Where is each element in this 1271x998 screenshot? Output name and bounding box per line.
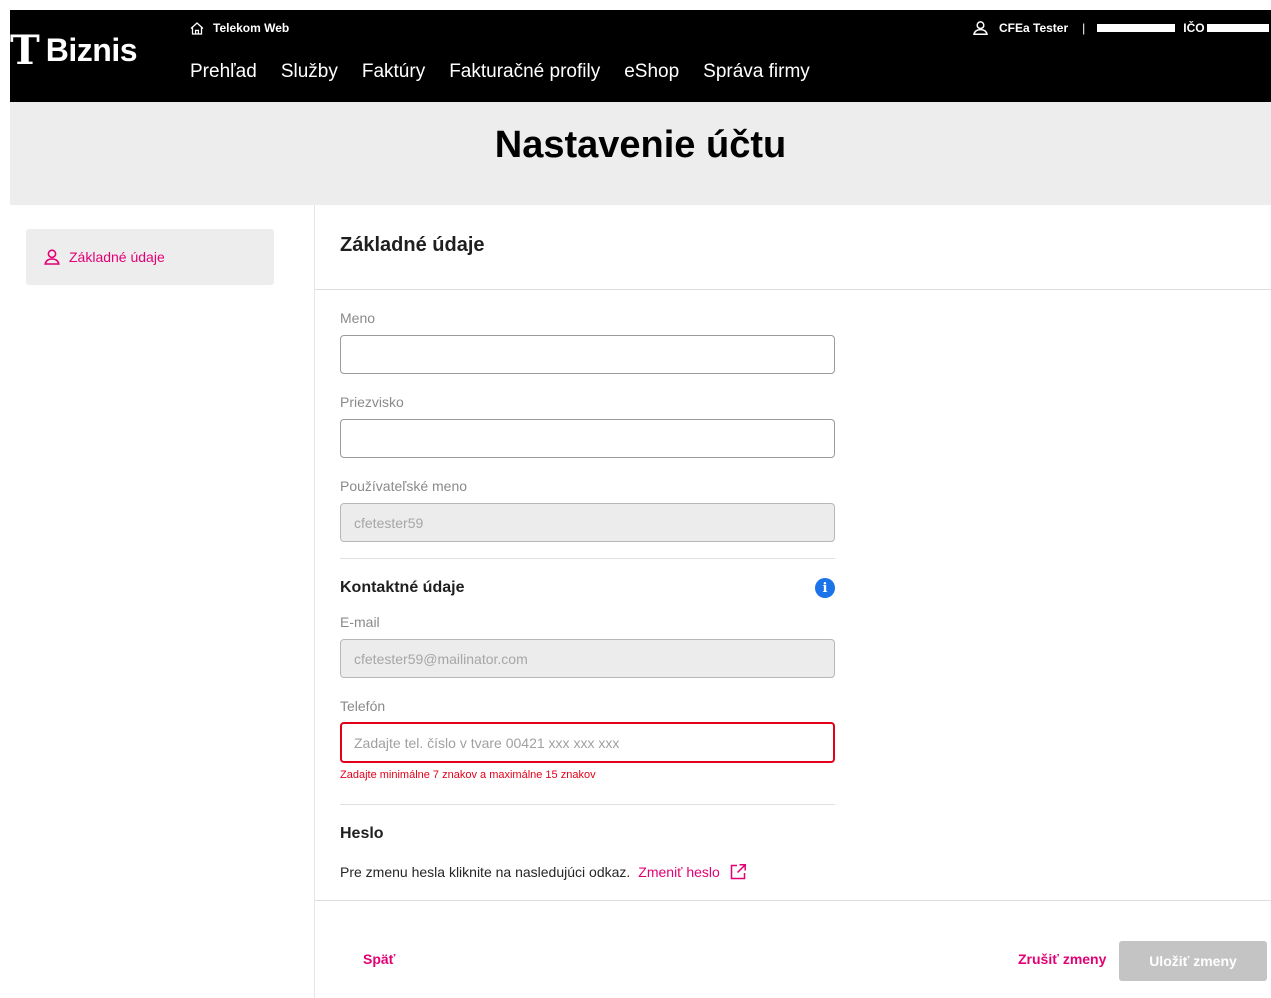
brand-logo[interactable]: T Biznis (10, 26, 138, 74)
back-button[interactable]: Späť (363, 951, 395, 967)
main-nav: Prehľad Služby Faktúry Fakturačné profil… (190, 61, 834, 83)
nav-item-faktury[interactable]: Faktúry (362, 61, 425, 83)
user-name: CFEa Tester (999, 21, 1069, 35)
last-name-field-wrap (340, 419, 835, 458)
nav-item-fakturacne-profily[interactable]: Fakturačné profily (449, 61, 600, 83)
email-field: cfetester59@mailinator.com (340, 639, 835, 678)
home-link[interactable]: Telekom Web (190, 21, 289, 35)
last-name-label: Priezvisko (340, 394, 404, 410)
redacted-company-name (1097, 24, 1176, 32)
sidebar-item-zakladne-udaje[interactable]: Základné údaje (26, 229, 274, 285)
phone-field-wrap (340, 722, 835, 763)
content-divider (314, 205, 315, 998)
nav-item-eshop[interactable]: eShop (624, 61, 679, 83)
phone-input[interactable] (354, 724, 833, 761)
nav-item-sluzby[interactable]: Služby (281, 61, 338, 83)
last-name-input[interactable] (354, 420, 834, 457)
nav-item-sprava-firmy[interactable]: Správa firmy (703, 61, 810, 83)
username-field: cfetester59 (340, 503, 835, 542)
telekom-t-logo: T (10, 26, 40, 74)
title-band: Nastavenie účtu (10, 102, 1271, 205)
phone-error-message: Zadajte minimálne 7 znakov a maximálne 1… (340, 769, 596, 781)
top-header: T Biznis Telekom Web Prehľad Služby Fakt… (10, 10, 1271, 102)
change-password-label: Zmeniť heslo (638, 864, 720, 880)
first-name-field-wrap (340, 335, 835, 374)
user-separator: | (1082, 21, 1086, 35)
footer-divider (315, 900, 1271, 901)
user-icon (44, 249, 60, 265)
email-value: cfetester59@mailinator.com (354, 650, 528, 667)
first-name-label: Meno (340, 310, 376, 326)
user-icon (973, 21, 988, 35)
email-label: E-mail (340, 614, 380, 630)
password-section-title: Heslo (340, 825, 384, 842)
external-link-icon (730, 864, 746, 880)
cancel-changes-button[interactable]: Zrušiť zmeny (1018, 951, 1106, 967)
nav-item-prehlad[interactable]: Prehľad (190, 61, 257, 83)
username-value: cfetester59 (354, 514, 424, 531)
section-title: Základné údaje (340, 234, 485, 256)
form-divider (340, 558, 835, 559)
user-menu[interactable]: CFEa Tester | IČO (973, 21, 1269, 35)
brand-name: Biznis (45, 32, 138, 68)
contact-section-title: Kontaktné údaje (340, 579, 465, 596)
home-link-label: Telekom Web (213, 21, 290, 35)
home-icon (190, 21, 204, 35)
ico-label: IČO (1183, 21, 1205, 35)
info-icon[interactable]: i (815, 578, 835, 598)
username-label: Používateľské meno (340, 478, 468, 494)
page-title: Nastavenie účtu (494, 124, 787, 166)
redacted-ico-value (1206, 24, 1269, 32)
password-text: Pre zmenu hesla kliknite na nasledujúci … (340, 863, 747, 881)
save-changes-button[interactable]: Uložiť zmeny (1119, 941, 1267, 981)
sidebar-item-label: Základné údaje (69, 249, 165, 265)
first-name-input[interactable] (354, 336, 834, 373)
change-password-link[interactable]: Zmeniť heslo (638, 863, 747, 881)
phone-label: Telefón (340, 698, 386, 714)
form-divider (340, 804, 835, 805)
password-instruction: Pre zmenu hesla kliknite na nasledujúci … (340, 864, 631, 880)
section-divider (315, 289, 1271, 290)
